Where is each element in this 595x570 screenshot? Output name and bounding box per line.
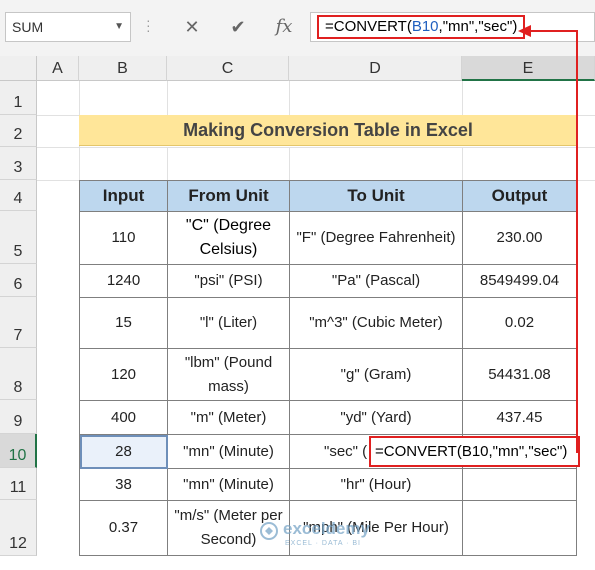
- header-from-unit[interactable]: From Unit: [168, 181, 290, 212]
- row-header-9[interactable]: 9: [0, 400, 37, 434]
- cell-output[interactable]: [463, 501, 577, 556]
- watermark-tagline: EXCEL · DATA · BI: [285, 540, 361, 547]
- column-header-b[interactable]: B: [79, 56, 167, 81]
- gridline: [462, 147, 463, 180]
- cell-from-unit[interactable]: "m" (Meter): [168, 401, 290, 435]
- row-header-11[interactable]: 11: [0, 468, 37, 500]
- drag-handle-icon[interactable]: · · ·: [146, 13, 151, 37]
- insert-function-button[interactable]: fx: [264, 12, 304, 42]
- cell-input-active[interactable]: 28: [80, 435, 168, 469]
- cell-output[interactable]: 0.02: [463, 298, 577, 349]
- page-title[interactable]: Making Conversion Table in Excel: [79, 115, 577, 146]
- select-all-corner[interactable]: [0, 56, 37, 81]
- row-header-2[interactable]: 2: [0, 115, 37, 147]
- cell-to-unit[interactable]: "hr" (Hour): [290, 469, 463, 501]
- column-header-a[interactable]: A: [37, 56, 79, 81]
- gridline: [289, 81, 290, 115]
- cell-output[interactable]: 54431.08: [463, 349, 577, 401]
- cell-from-unit[interactable]: "psi" (PSI): [168, 265, 290, 298]
- gridline: [37, 147, 595, 148]
- arrow-head-icon: [518, 25, 531, 37]
- formula-bar[interactable]: =CONVERT(B10,"mn","sec"): [310, 12, 595, 42]
- in-cell-formula-callout[interactable]: =CONVERT(B10,"mn","sec"): [369, 436, 580, 467]
- cell-input[interactable]: 0.37: [80, 501, 168, 556]
- cell-input[interactable]: 120: [80, 349, 168, 401]
- formula-toolbar: SUM ▼ · · · ✕ ✔ fx =CONVERT(B10,"mn","sec"…: [0, 0, 595, 57]
- cell-to-unit[interactable]: "F" (Degree Fahrenheit): [290, 212, 463, 265]
- cell-from-unit[interactable]: "lbm" (Pound mass): [168, 349, 290, 401]
- gridline: [462, 81, 463, 115]
- cell-from-unit[interactable]: "C" (Degree Celsius): [168, 212, 290, 265]
- row-header-7[interactable]: 7: [0, 297, 37, 348]
- row-header-12[interactable]: 12: [0, 500, 37, 556]
- cell-input[interactable]: 400: [80, 401, 168, 435]
- gridline: [289, 147, 290, 180]
- row-header-3[interactable]: 3: [0, 147, 37, 180]
- arrow-line: [527, 30, 577, 32]
- cell-input[interactable]: 110: [80, 212, 168, 265]
- name-box[interactable]: SUM ▼: [5, 12, 131, 42]
- row-header-6[interactable]: 6: [0, 264, 37, 297]
- cell-output[interactable]: [463, 469, 577, 501]
- arrow-line: [576, 30, 578, 453]
- row-header-1[interactable]: 1: [0, 81, 37, 115]
- chevron-down-icon[interactable]: ▼: [114, 13, 124, 41]
- cell-to-unit[interactable]: "m^3" (Cubic Meter): [290, 298, 463, 349]
- cell-to-unit[interactable]: "yd" (Yard): [290, 401, 463, 435]
- cell-from-unit[interactable]: "l" (Liter): [168, 298, 290, 349]
- enter-icon[interactable]: ✔: [218, 12, 258, 42]
- header-output[interactable]: Output: [463, 181, 577, 212]
- cell-from-unit[interactable]: "mn" (Minute): [168, 469, 290, 501]
- name-box-value: SUM: [12, 19, 44, 35]
- cell-from-unit[interactable]: "mn" (Minute): [168, 435, 290, 469]
- column-header-c[interactable]: C: [167, 56, 289, 81]
- cancel-icon[interactable]: ✕: [172, 12, 212, 42]
- cell-output[interactable]: 437.45: [463, 401, 577, 435]
- watermark-name: exceldemy: [283, 519, 370, 538]
- cell-to-unit[interactable]: "Pa" (Pascal): [290, 265, 463, 298]
- row-header-10[interactable]: 10: [0, 434, 37, 468]
- cell-input[interactable]: 1240: [80, 265, 168, 298]
- row-header-5[interactable]: 5: [0, 211, 37, 264]
- row-header-4[interactable]: 4: [0, 180, 37, 211]
- exceldemy-logo-icon: [260, 522, 278, 540]
- cell-output[interactable]: 230.00: [463, 212, 577, 265]
- header-to-unit[interactable]: To Unit: [290, 181, 463, 212]
- gridline: [167, 81, 168, 115]
- header-input[interactable]: Input: [80, 181, 168, 212]
- cell-to-unit[interactable]: "g" (Gram): [290, 349, 463, 401]
- row-header-8[interactable]: 8: [0, 348, 37, 400]
- formula-text: =CONVERT(B10,"mn","sec"): [317, 15, 526, 39]
- cell-input[interactable]: 15: [80, 298, 168, 349]
- gridline: [167, 147, 168, 180]
- column-header-d[interactable]: D: [289, 56, 462, 81]
- watermark-logo: exceldemy EXCEL · DATA · BI: [255, 519, 395, 553]
- cell-output[interactable]: 8549499.04: [463, 265, 577, 298]
- cell-input[interactable]: 38: [80, 469, 168, 501]
